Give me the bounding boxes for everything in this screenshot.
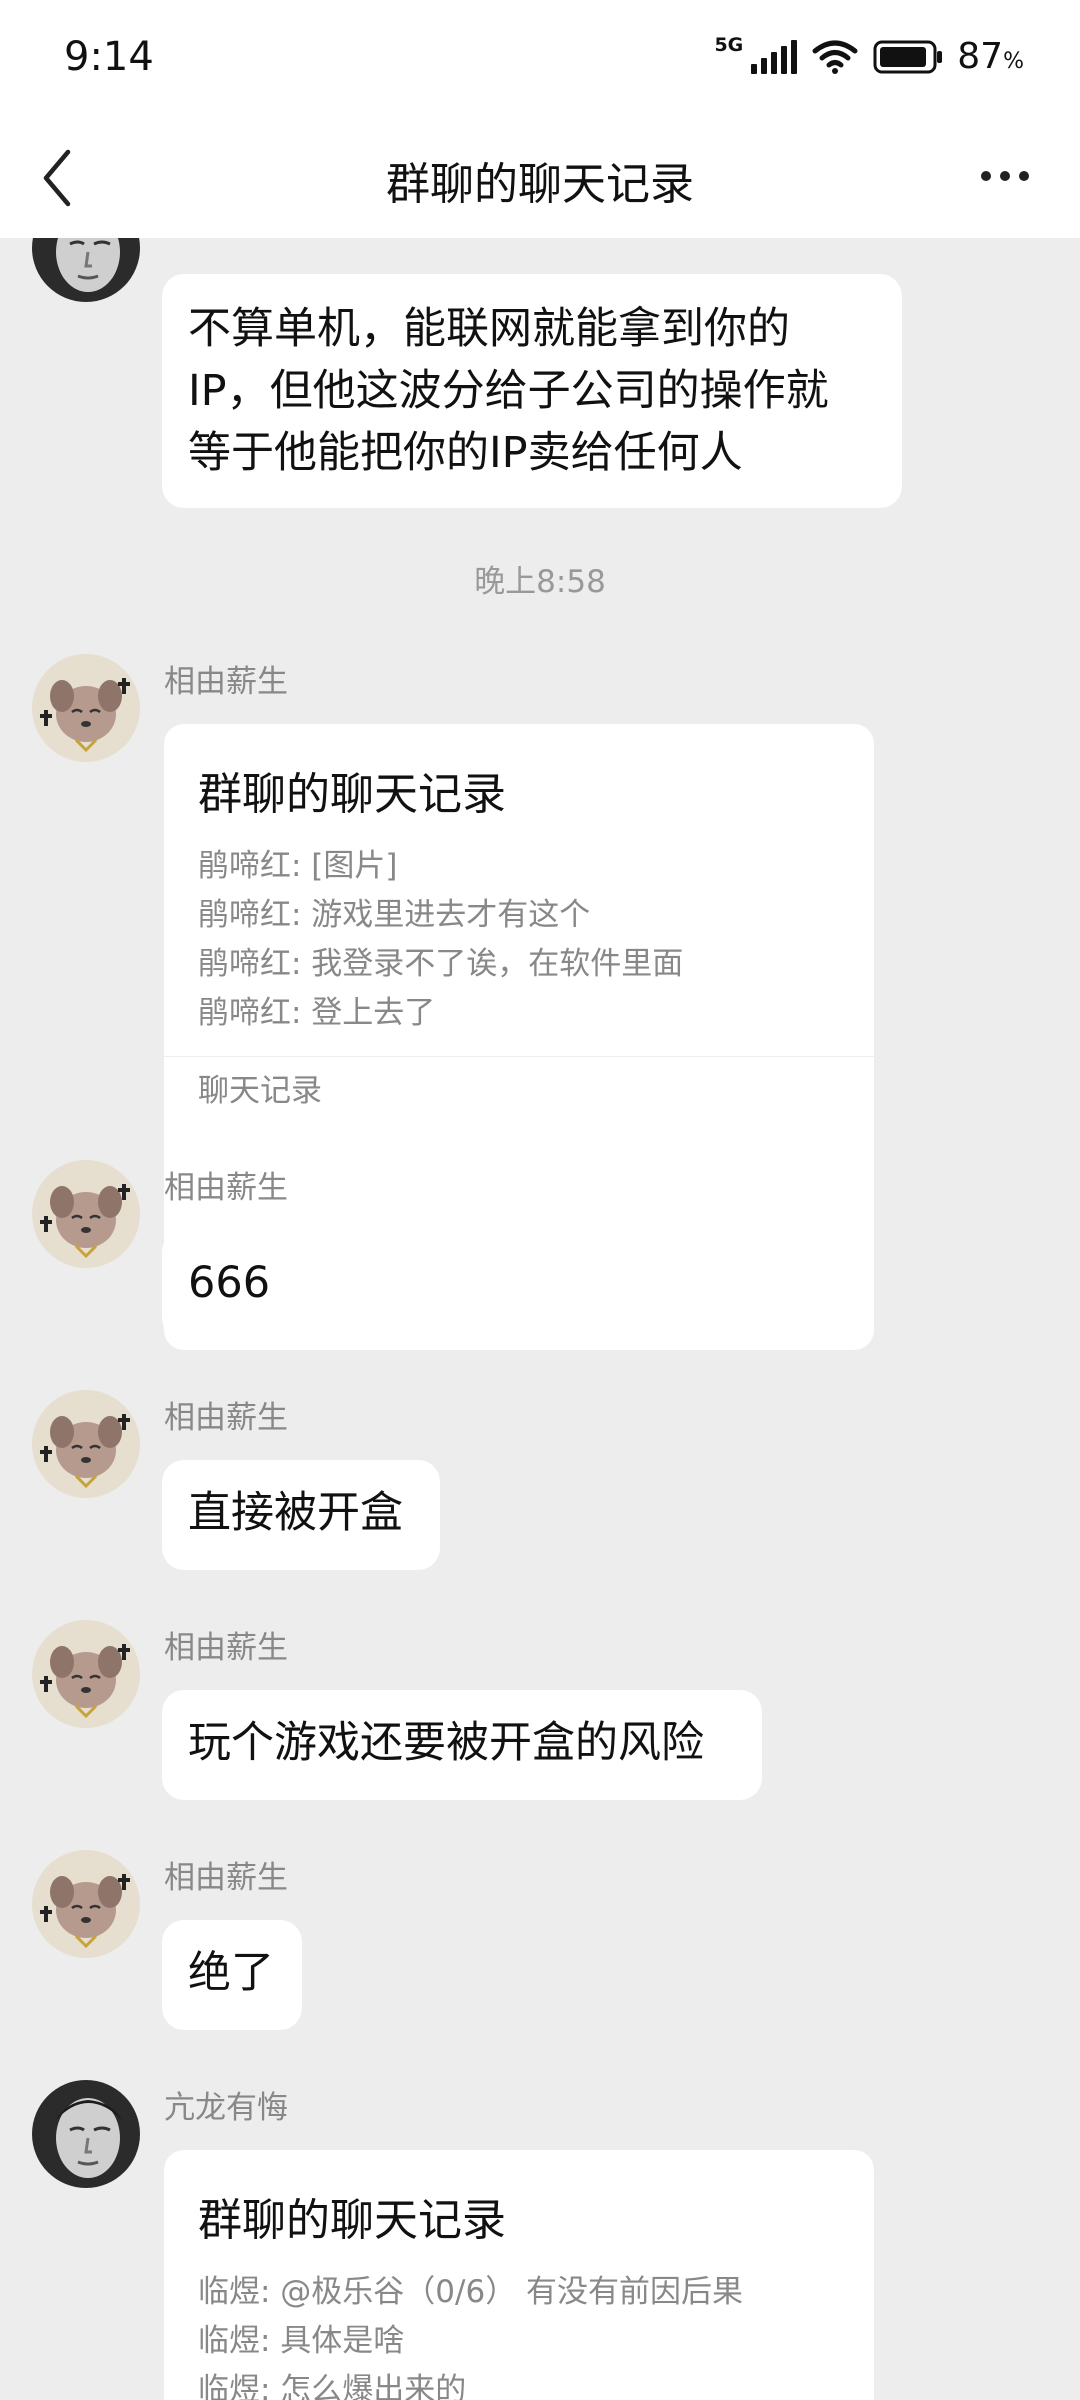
status-time: 9:14 [64,34,154,80]
wifi-icon [812,40,858,74]
avatar-user-2[interactable] [32,2080,140,2188]
avatar-user-1[interactable] [32,1850,140,1958]
message-bubble[interactable]: 玩个游戏还要被开盒的风险 [162,1690,762,1800]
message-text: 玩个游戏还要被开盒的风险 [188,1718,704,1768]
more-dots-icon [981,171,991,181]
page-title: 群聊的聊天记录 [386,159,694,210]
avatar-user-1[interactable] [32,1390,140,1498]
message-text-line: 不算单机，能联网就能拿到你的 [188,304,790,354]
portrait-avatar-icon [32,2080,140,2188]
chat-record-line: 鹃啼红: 登上去了 [198,995,436,1031]
chat-record-label: 聊天记录 [164,1056,874,1115]
status-bar: 9:14 5G 87% [0,0,1080,118]
chat-record-preview: 临煜: @极乐谷（0/6） 有没有前因后果 临煜: 具体是啥 临煜: 怎么爆出来… [198,2268,874,2400]
sender-name: 相由薪生 [164,1630,288,1666]
chat-record-line: 临煜: @极乐谷（0/6） 有没有前因后果 [198,2274,744,2310]
sender-name: 相由薪生 [164,1860,288,1896]
portrait-avatar-icon [32,238,140,302]
signal-icon [751,39,798,74]
chat-record-card[interactable]: 群聊的聊天记录 临煜: @极乐谷（0/6） 有没有前因后果 临煜: 具体是啥 临… [164,2150,874,2400]
dog-avatar-icon [32,654,140,762]
message-bubble[interactable]: 666 [162,1230,294,1340]
message-text: 666 [188,1258,271,1308]
message-text-line: IP，但他这波分给子公司的操作就 [188,366,829,416]
message-text: 直接被开盒 [188,1488,403,1538]
timestamp: 晚上8:58 [474,564,606,600]
chat-record-line: 鹃啼红: [图片] [198,848,398,884]
chat-record-line: 临煜: 怎么爆出来的 [198,2372,467,2400]
chat-record-title: 群聊的聊天记录 [198,2195,506,2246]
avatar-user-1[interactable] [32,654,140,762]
sender-name: 相由薪生 [164,1400,288,1436]
dog-avatar-icon [32,1620,140,1728]
chat-record-preview: 鹃啼红: [图片] 鹃啼红: 游戏里进去才有这个 鹃啼红: 我登录不了诶，在软件… [198,842,874,1038]
message-text: 绝了 [188,1948,274,1998]
chat-record-line: 鹃啼红: 游戏里进去才有这个 [198,897,591,933]
avatar-user-1[interactable] [32,1160,140,1268]
battery-percent: 87% [957,36,1024,77]
message-bubble[interactable]: 不算单机，能联网就能拿到你的 IP，但他这波分给子公司的操作就 等于他能把你的I… [162,274,902,508]
dog-avatar-icon [32,1850,140,1958]
navigation-bar: 群聊的聊天记录 [0,118,1080,238]
message-text-line: 等于他能把你的IP卖给任何人 [188,428,743,478]
message-bubble[interactable]: 绝了 [162,1920,302,2030]
chat-history[interactable]: 不算单机，能联网就能拿到你的 IP，但他这波分给子公司的操作就 等于他能把你的I… [0,238,1080,2400]
avatar-user-1[interactable] [32,1620,140,1728]
chat-record-title: 群聊的聊天记录 [198,769,506,820]
status-icons: 5G 87% [714,33,1024,78]
sender-name: 相由薪生 [164,1170,288,1206]
battery-icon [873,40,943,73]
sender-name: 亢龙有悔 [164,2090,288,2126]
dog-avatar-icon [32,1160,140,1268]
dog-avatar-icon [32,1390,140,1498]
chat-record-line: 鹃啼红: 我登录不了诶，在软件里面 [198,946,684,982]
more-button[interactable] [970,146,1040,206]
avatar-user-2[interactable] [32,238,140,302]
message-bubble[interactable]: 直接被开盒 [162,1460,440,1570]
network-type: 5G [714,33,744,56]
sender-name: 相由薪生 [164,664,288,700]
chat-record-line: 临煜: 具体是啥 [198,2323,405,2359]
